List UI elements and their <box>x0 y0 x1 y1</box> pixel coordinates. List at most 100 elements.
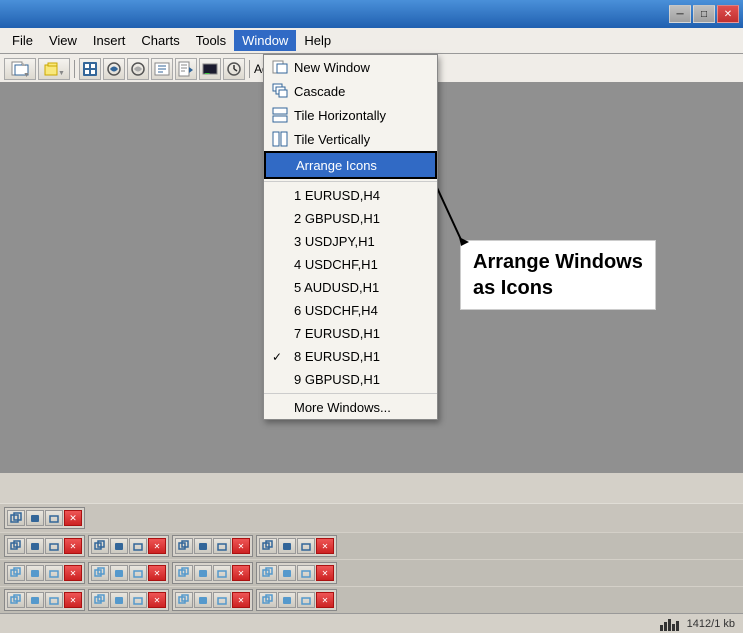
t1a-m[interactable] <box>26 538 44 554</box>
chart-status-icon <box>660 617 679 631</box>
menu-win4[interactable]: 4 USDCHF,H1 <box>264 253 437 276</box>
history-btn[interactable] <box>223 58 245 80</box>
t3c-m[interactable] <box>194 592 212 608</box>
t3c-c[interactable]: ✕ <box>232 592 250 608</box>
menu-insert[interactable]: Insert <box>85 30 134 51</box>
t3d-x[interactable] <box>297 592 315 608</box>
t2c-m[interactable] <box>194 565 212 581</box>
minimize-button[interactable]: ─ <box>669 5 691 23</box>
t3a-x[interactable] <box>45 592 63 608</box>
t3d-r[interactable] <box>259 592 277 608</box>
new-window-icon <box>272 59 288 75</box>
menu-bar: File View Insert Charts Tools Window Hel… <box>0 28 743 54</box>
close-button[interactable]: ✕ <box>717 5 739 23</box>
win-close-btn[interactable]: ✕ <box>64 510 82 526</box>
menu-tile-h[interactable]: Tile Horizontally <box>264 103 437 127</box>
t3d-m[interactable] <box>278 592 296 608</box>
t2d-r[interactable] <box>259 565 277 581</box>
title-bar: ─ □ ✕ <box>0 0 743 28</box>
t1a-x[interactable] <box>45 538 63 554</box>
menu-help[interactable]: Help <box>296 30 339 51</box>
navigator-btn[interactable] <box>175 58 197 80</box>
profiles-btn[interactable] <box>79 58 101 80</box>
t1a-r[interactable] <box>7 538 25 554</box>
menu-more-windows[interactable]: More Windows... <box>264 396 437 419</box>
t1c-x[interactable] <box>213 538 231 554</box>
t2d-c[interactable]: ✕ <box>316 565 334 581</box>
open-btn[interactable]: ▼ <box>38 58 70 80</box>
t3a-m[interactable] <box>26 592 44 608</box>
terminal-btn[interactable]: _ <box>199 58 221 80</box>
t3c-r[interactable] <box>175 592 193 608</box>
t3b-r[interactable] <box>91 592 109 608</box>
dropdown-sep-1 <box>264 181 437 182</box>
t3a-c[interactable]: ✕ <box>64 592 82 608</box>
t3b-c[interactable]: ✕ <box>148 592 166 608</box>
t1d-x[interactable] <box>297 538 315 554</box>
window-dropdown-menu: New Window Cascade Tile Horizontally Til… <box>263 54 438 420</box>
menu-win1[interactable]: 1 EURUSD,H4 <box>264 184 437 207</box>
maximize-button[interactable]: □ <box>693 5 715 23</box>
new-btn[interactable]: ▼ <box>4 58 36 80</box>
t3c-x[interactable] <box>213 592 231 608</box>
t1d-c[interactable]: ✕ <box>316 538 334 554</box>
task-grp-2c: ✕ <box>172 562 253 584</box>
t1d-r[interactable] <box>259 538 277 554</box>
t2b-m[interactable] <box>110 565 128 581</box>
win-min-btn[interactable] <box>26 510 44 526</box>
t2d-x[interactable] <box>297 565 315 581</box>
task-grp-3a: ✕ <box>4 589 85 611</box>
menu-charts[interactable]: Charts <box>133 30 187 51</box>
t1d-m[interactable] <box>278 538 296 554</box>
menu-win6[interactable]: 6 USDCHF,H4 <box>264 299 437 322</box>
task-grp-2d: ✕ <box>256 562 337 584</box>
menu-win2[interactable]: 2 GBPUSD,H1 <box>264 207 437 230</box>
task-grp-2a: ✕ <box>4 562 85 584</box>
t1b-r[interactable] <box>91 538 109 554</box>
win-restore-btn[interactable] <box>7 510 25 526</box>
menu-file[interactable]: File <box>4 30 41 51</box>
menu-win3[interactable]: 3 USDJPY,H1 <box>264 230 437 253</box>
t1c-r[interactable] <box>175 538 193 554</box>
menu-win7[interactable]: 7 EURUSD,H1 <box>264 322 437 345</box>
t1a-c[interactable]: ✕ <box>64 538 82 554</box>
sep2 <box>249 60 250 78</box>
win-max-btn[interactable] <box>45 510 63 526</box>
t3b-x[interactable] <box>129 592 147 608</box>
t3b-m[interactable] <box>110 592 128 608</box>
t2b-r[interactable] <box>91 565 109 581</box>
menu-arrange-icons[interactable]: Arrange Icons <box>264 151 437 179</box>
menu-win8[interactable]: ✓ 8 EURUSD,H1 <box>264 345 437 368</box>
t2a-m[interactable] <box>26 565 44 581</box>
t1c-m[interactable] <box>194 538 212 554</box>
arrange-icons-icon <box>274 157 290 173</box>
menu-view[interactable]: View <box>41 30 85 51</box>
t1b-x[interactable] <box>129 538 147 554</box>
menu-tools[interactable]: Tools <box>188 30 234 51</box>
connect-btn[interactable] <box>103 58 125 80</box>
t3d-c[interactable]: ✕ <box>316 592 334 608</box>
menu-cascade[interactable]: Cascade <box>264 79 437 103</box>
menu-win5[interactable]: 5 AUDUSD,H1 <box>264 276 437 299</box>
t1c-c[interactable]: ✕ <box>232 538 250 554</box>
menu-win9[interactable]: 9 GBPUSD,H1 <box>264 368 437 391</box>
t2a-c[interactable]: ✕ <box>64 565 82 581</box>
t1b-c[interactable]: ✕ <box>148 538 166 554</box>
t2c-c[interactable]: ✕ <box>232 565 250 581</box>
memory-label: 1412/1 kb <box>687 618 735 630</box>
t3a-r[interactable] <box>7 592 25 608</box>
menu-new-window[interactable]: New Window <box>264 55 437 79</box>
t2a-x[interactable] <box>45 565 63 581</box>
t2b-c[interactable]: ✕ <box>148 565 166 581</box>
t2b-x[interactable] <box>129 565 147 581</box>
disconnect-btn[interactable] <box>127 58 149 80</box>
menu-window[interactable]: Window <box>234 30 296 51</box>
menu-tile-v[interactable]: Tile Vertically <box>264 127 437 151</box>
marketwatch-btn[interactable] <box>151 58 173 80</box>
t2c-x[interactable] <box>213 565 231 581</box>
t2a-r[interactable] <box>7 565 25 581</box>
tile-v-icon <box>272 131 288 147</box>
t1b-m[interactable] <box>110 538 128 554</box>
t2d-m[interactable] <box>278 565 296 581</box>
t2c-r[interactable] <box>175 565 193 581</box>
